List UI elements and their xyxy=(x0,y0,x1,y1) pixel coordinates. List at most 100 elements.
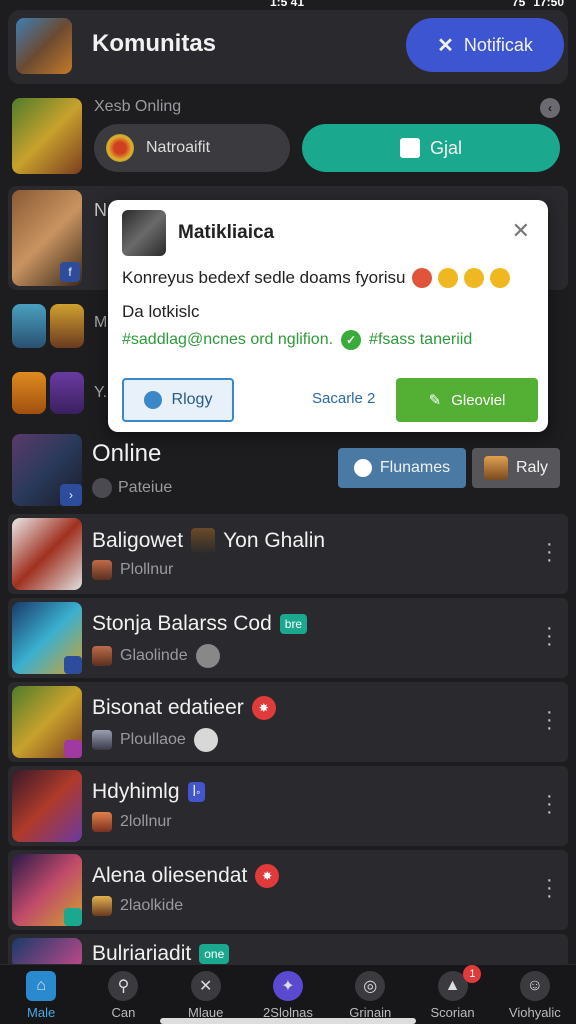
dismiss-icon[interactable]: ‹ xyxy=(540,98,560,118)
tab-close[interactable]: ✕ Mlaue xyxy=(165,965,247,1024)
gleoviel-label: Gleoviel xyxy=(451,391,506,409)
online-section: › Online Pateiue Flunames Raly xyxy=(8,430,568,510)
chat-icon xyxy=(353,459,372,477)
more-options-icon[interactable]: · · · xyxy=(546,870,553,906)
avatar xyxy=(92,812,112,832)
game-controller-icon: ꟾ◦ xyxy=(187,782,206,802)
close-icon: ✕ xyxy=(437,34,454,57)
popup-avatar xyxy=(122,210,166,256)
more-options-icon[interactable]: · · · xyxy=(546,702,553,738)
close-icon[interactable]: ✕ xyxy=(512,218,530,244)
home-icon: ⌂ xyxy=(26,971,57,1001)
online-title: Online xyxy=(92,440,162,467)
gift-icon xyxy=(399,138,420,158)
home-indicator[interactable] xyxy=(160,1018,416,1024)
member-avatar[interactable] xyxy=(50,304,84,348)
member-avatar[interactable] xyxy=(50,372,84,414)
item-meta: Plollnur xyxy=(92,560,173,580)
user-icon xyxy=(143,391,162,409)
member-avatar[interactable] xyxy=(12,304,46,348)
item-meta-text: Plollnur xyxy=(120,561,174,578)
featured-subtitle: Xesb Onling xyxy=(94,98,182,115)
item-meta-text: Glaolinde xyxy=(120,647,188,664)
notification-button[interactable]: ✕ Notificak xyxy=(406,18,564,72)
item-meta-text: 2lollnur xyxy=(120,813,172,830)
status-icon xyxy=(92,478,112,498)
community-avatar[interactable] xyxy=(16,18,72,74)
list-item[interactable]: Baligowet Yon Ghalin Plollnur · · · xyxy=(8,514,568,594)
flunames-button[interactable]: Flunames xyxy=(338,448,466,488)
tab-games[interactable]: ✦ 2Slolnas xyxy=(247,965,329,1024)
tab-home[interactable]: ⌂ Male xyxy=(0,965,82,1024)
status-icons: 75 17:50 xyxy=(512,0,564,9)
post-title: N xyxy=(94,200,107,220)
item-name: Bulriariadit one xyxy=(92,942,230,966)
emoji-icon xyxy=(411,268,432,288)
tab-label: Viohyalic xyxy=(508,1005,561,1020)
facebook-icon: f xyxy=(60,262,80,282)
game-icon: ✦ xyxy=(272,971,303,1001)
tab-scorian[interactable]: ▲ 1 Scorian xyxy=(411,965,493,1024)
status-time: 1:5 41 xyxy=(270,0,305,9)
gleoviel-button[interactable]: ✎ Gleoviel xyxy=(396,378,538,422)
popup-message: Konreyus bedexf sedle doams fyorisu xyxy=(122,268,510,288)
search-icon: ⚲ xyxy=(108,971,139,1001)
notification-badge: 1 xyxy=(463,965,482,983)
list-item[interactable]: Bisonat edatieer ✸ Ploullaoe · · · xyxy=(8,682,568,762)
compass-icon: ◎ xyxy=(355,971,386,1001)
natroaifit-button[interactable]: Natroaifit xyxy=(94,124,290,172)
popup-message-text: Konreyus bedexf sedle doams fyorisu xyxy=(122,268,406,287)
item-meta: 2lollnur xyxy=(92,812,172,832)
status-bar: 1:5 41 75 17:50 xyxy=(0,0,576,10)
bottom-tab-bar: ⌂ Male ⚲ Can ✕ Mlaue ✦ 2Slolnas ◎ Grinai… xyxy=(0,964,576,1024)
item-thumbnail xyxy=(12,518,82,590)
item-name-text: Stonja Balarss Cod xyxy=(92,612,272,635)
game-icon xyxy=(106,134,134,162)
more-options-icon[interactable]: · · · xyxy=(546,618,553,654)
gjal-label: Gjal xyxy=(429,137,462,158)
badge-icon xyxy=(64,908,82,926)
notification-button-label: Notificak xyxy=(463,34,533,55)
featured-row: Xesb Onling ‹ Natroaifit Gjal xyxy=(8,96,568,178)
item-tag: one xyxy=(199,944,230,964)
gjal-button[interactable]: Gjal xyxy=(302,124,560,172)
rank-icon xyxy=(193,728,218,752)
item-name: Alena oliesendat ✸ xyxy=(92,864,280,888)
hashtag-link[interactable]: #fsass taneriid xyxy=(369,331,472,349)
list-item[interactable]: Hdyhimlg ꟾ◦ 2lollnur · · · xyxy=(8,766,568,846)
rlogy-label: Rlogy xyxy=(171,391,213,408)
check-icon: ✓ xyxy=(341,330,362,350)
rlogy-button[interactable]: Rlogy xyxy=(122,378,234,422)
member-avatar[interactable] xyxy=(12,372,46,414)
item-name-text: Baligowet xyxy=(92,529,184,552)
hashtag-link[interactable]: #saddlag@ncnes ord nglifion. xyxy=(122,331,333,349)
item-name-text: Bulriariadit xyxy=(92,942,192,965)
popup-title: Matikliaica xyxy=(178,222,275,243)
avatar-group-label: Y. xyxy=(94,384,108,401)
battery-level: 75 xyxy=(511,0,526,9)
list-item[interactable]: Bulriariadit one xyxy=(8,934,568,968)
item-name-text: Bisonat edatieer xyxy=(92,696,244,719)
online-subtitle: Pateiue xyxy=(92,478,172,498)
list-item[interactable]: Stonja Balarss Cod bre Glaolinde · · · xyxy=(8,598,568,678)
item-name: Baligowet Yon Ghalin xyxy=(92,528,325,554)
tab-label: Can xyxy=(111,1005,136,1020)
tab-search[interactable]: ⚲ Can xyxy=(82,965,164,1024)
more-options-icon[interactable]: · · · xyxy=(546,534,553,570)
more-options-icon[interactable]: · · · xyxy=(546,786,553,822)
list-item[interactable]: Alena oliesendat ✸ 2laolkide · · · xyxy=(8,850,568,930)
tab-grinain[interactable]: ◎ Grinain xyxy=(329,965,411,1024)
popup-subline: Da lotkislc xyxy=(122,302,200,321)
sacarle-link[interactable]: Sacarle 2 xyxy=(312,390,375,407)
avatar xyxy=(92,730,112,750)
emoji-icon xyxy=(463,268,484,288)
item-meta: Ploullaoe xyxy=(92,728,218,752)
raly-button[interactable]: Raly xyxy=(472,448,560,488)
tab-profile[interactable]: ☺ Viohyalic xyxy=(494,965,576,1024)
page-title: Komunitas xyxy=(92,30,217,57)
avatar xyxy=(483,456,508,480)
avatar xyxy=(191,528,216,554)
smiley-icon: ☺ xyxy=(519,971,550,1001)
featured-thumbnail[interactable] xyxy=(12,98,82,174)
online-subtitle-text: Pateiue xyxy=(118,479,173,496)
